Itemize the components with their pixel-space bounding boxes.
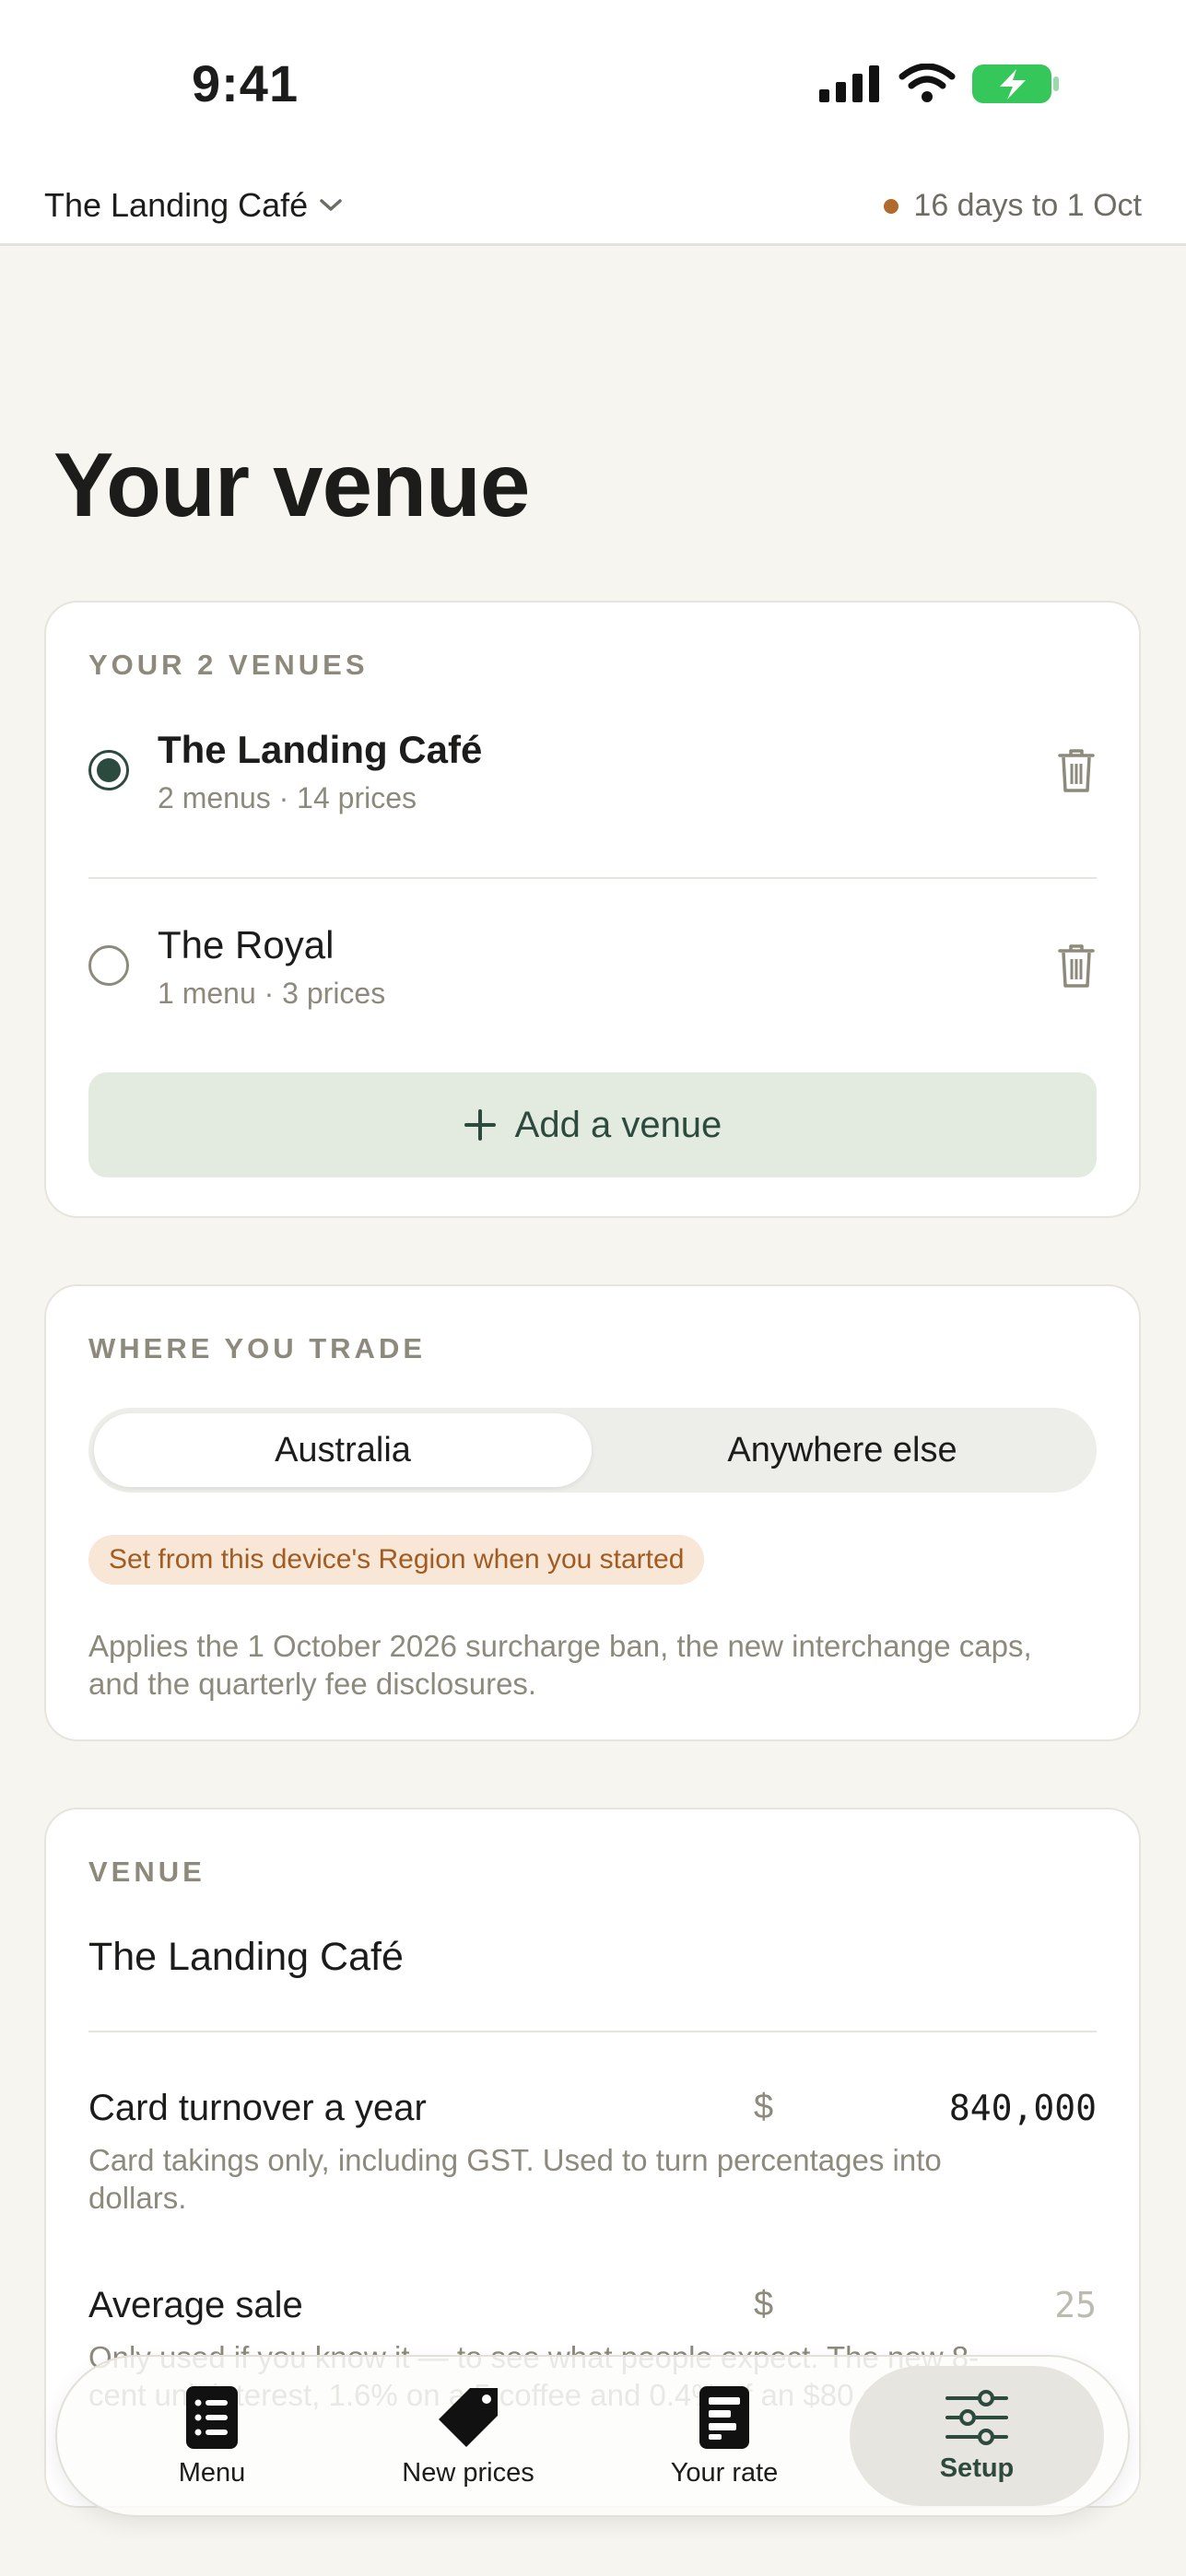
deadline-dot-icon: [884, 198, 899, 214]
tab-label: Your rate: [670, 2457, 779, 2488]
trade-note: Applies the 1 October 2026 surcharge ban…: [88, 1629, 1032, 1701]
region-badge: Set from this device's Region when you s…: [88, 1535, 705, 1585]
tab-setup[interactable]: Setup: [850, 2366, 1104, 2506]
tab-new-prices[interactable]: New prices: [341, 2366, 595, 2506]
trade-segmented-control: Australia Anywhere else: [88, 1408, 1097, 1493]
price-tag-icon: [439, 2387, 498, 2447]
add-venue-button[interactable]: Add a venue: [88, 1072, 1097, 1177]
tab-label: Setup: [939, 2453, 1015, 2483]
status-time: 9:41: [192, 54, 299, 112]
venue-meta: 2 menus · 14 prices: [158, 781, 417, 814]
trash-icon[interactable]: [1056, 942, 1097, 989]
turnover-input[interactable]: 840,000: [949, 2088, 1097, 2128]
venues-card: YOUR 2 VENUES The Landing Café 2 menus ·…: [44, 601, 1141, 1218]
plus-icon: [464, 1109, 496, 1141]
venue-radio[interactable]: [88, 945, 129, 986]
average-sale-currency: $: [754, 2285, 774, 2324]
tab-menu[interactable]: Menu: [85, 2366, 339, 2506]
wifi-icon: [898, 64, 956, 102]
venue-name-field[interactable]: The Landing Café: [88, 1935, 404, 1980]
segment-australia[interactable]: Australia: [94, 1413, 592, 1487]
sliders-icon: [945, 2389, 1008, 2445]
venues-section-label: YOUR 2 VENUES: [88, 649, 369, 681]
top-bar: The Landing Café 16 days to 1 Oct: [0, 175, 1186, 246]
battery-charging-icon: [972, 64, 1059, 103]
venue-switcher-label: The Landing Café: [44, 186, 309, 224]
venue-form-divider: [88, 2031, 1097, 2032]
venue-row-landing-cafe[interactable]: The Landing Café 2 menus · 14 prices: [88, 713, 1097, 842]
signal-icon: [819, 65, 879, 102]
add-venue-label: Add a venue: [514, 1104, 722, 1145]
status-icons: [819, 63, 1061, 105]
status-bar: 9:41: [0, 0, 1186, 175]
venue-name: The Royal: [158, 923, 335, 966]
venue-row-the-royal[interactable]: The Royal 1 menu · 3 prices: [88, 908, 1097, 1037]
average-sale-input[interactable]: 25: [1054, 2285, 1097, 2325]
chevron-down-icon: [320, 199, 342, 211]
page-title: Your venue: [53, 434, 530, 535]
segment-anywhere-else[interactable]: Anywhere else: [593, 1413, 1091, 1487]
turnover-currency: $: [754, 2088, 774, 2126]
venue-meta: 1 menu · 3 prices: [158, 977, 386, 1010]
menu-list-icon: [186, 2385, 238, 2449]
turnover-label: Card turnover a year: [88, 2088, 427, 2128]
trade-card: WHERE YOU TRADE Australia Anywhere else …: [44, 1284, 1141, 1741]
venue-name: The Landing Café: [158, 728, 483, 771]
deadline-text: 16 days to 1 Oct: [913, 188, 1142, 223]
venue-section-label: VENUE: [88, 1856, 205, 1888]
venue-switcher[interactable]: The Landing Café: [44, 186, 343, 225]
venue-radio-selected[interactable]: [88, 750, 129, 790]
tab-label: New prices: [402, 2457, 534, 2488]
trade-section-label: WHERE YOU TRADE: [88, 1332, 427, 1364]
turnover-help: Card takings only, including GST. Used t…: [88, 2143, 942, 2215]
tab-bar: Menu New prices Your rate Setup: [55, 2355, 1130, 2517]
rate-document-icon: [699, 2385, 749, 2449]
trash-icon[interactable]: [1056, 746, 1097, 794]
tab-label: Menu: [178, 2457, 246, 2488]
venue-divider: [88, 877, 1097, 879]
deadline-indicator: 16 days to 1 Oct: [884, 188, 1142, 224]
tab-your-rate[interactable]: Your rate: [597, 2366, 851, 2506]
average-sale-label: Average sale: [88, 2285, 303, 2325]
